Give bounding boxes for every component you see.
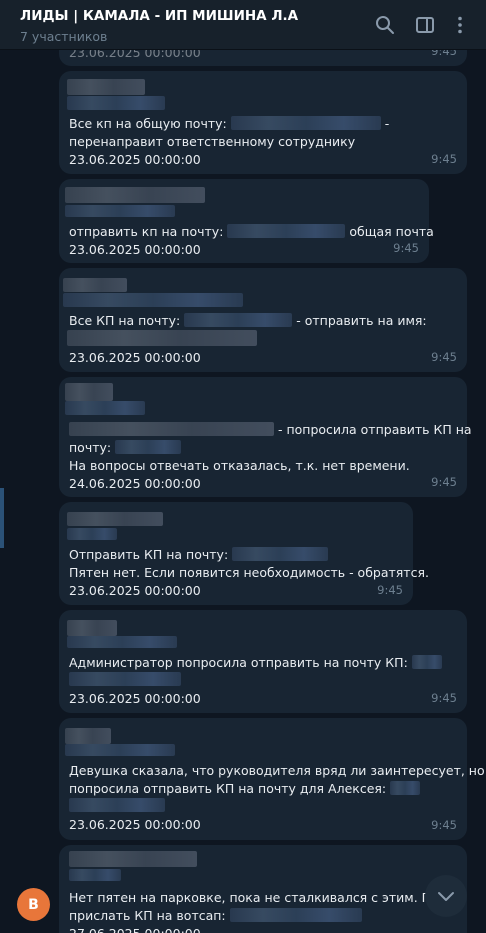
message-text: Администратор попросила отправить на поч… — [69, 655, 408, 670]
message-time: 9:45 — [431, 475, 457, 489]
message-date: 23.06.2025 00:00:00 — [69, 50, 201, 60]
redacted-email — [227, 224, 346, 238]
message-bubble[interactable]: Девушка сказала, что руководителя вряд л… — [59, 718, 485, 840]
message-bubble[interactable]: отправить кп на почту: общая почта 23.06… — [59, 179, 434, 263]
message-text: Пятен нет. Если появится необходимость -… — [69, 565, 429, 580]
message-bubble[interactable]: Администратор попросила отправить на поч… — [59, 610, 467, 713]
redacted-email — [184, 313, 293, 327]
message-text: Девушка сказала, что руководителя вряд л… — [69, 763, 485, 778]
message-bubble[interactable]: Нет пятен на парковке, пока не сталкивал… — [59, 845, 467, 933]
scroll-indicator — [0, 488, 4, 548]
message-text: общая почта — [349, 224, 434, 239]
chat-title: ЛИДЫ | КАМАЛА - ИП МИШИНА Л.А — [20, 8, 299, 24]
message-text: Все КП на почту: — [69, 313, 181, 328]
message-bubble[interactable]: Отправить КП на почту: Пятен нет. Если п… — [59, 502, 429, 605]
message-time: 9:45 — [431, 691, 457, 705]
more-icon[interactable] — [449, 14, 471, 36]
chevron-down-icon — [438, 892, 454, 901]
avatar-letter: B — [28, 896, 39, 913]
message-date: 23.06.2025 00:00:00 — [69, 691, 201, 706]
message-text: На вопросы отвечать отказалась, т.к. нет… — [69, 458, 410, 473]
message-text: почту: — [69, 440, 112, 455]
message-time: 9:45 — [431, 152, 457, 166]
message-text: - попросила отправить КП на — [277, 422, 472, 437]
message-text: отправить кп на почту: — [69, 224, 224, 239]
message-date: 23.06.2025 00:00:00 — [69, 152, 201, 167]
message-time: 9:45 — [393, 241, 419, 255]
message-date: 23.06.2025 00:00:00 — [69, 817, 201, 832]
redacted-email — [232, 547, 329, 561]
search-icon[interactable] — [374, 14, 396, 36]
message-bubble[interactable]: Все КП на почту: - отправить на имя: 23.… — [59, 268, 467, 372]
redacted-email — [390, 781, 421, 795]
message-text: попросила отправить КП на почту для Алек… — [69, 781, 387, 796]
chat-header[interactable]: ЛИДЫ | КАМАЛА - ИП МИШИНА Л.А 7 участник… — [0, 0, 486, 50]
message-date: 24.06.2025 00:00:00 — [69, 476, 201, 491]
redacted-email — [115, 440, 182, 454]
message-bubble[interactable]: - попросила отправить КП на почту: На во… — [59, 377, 472, 497]
message-text: Все кп на общую почту: — [69, 116, 227, 131]
redacted-name — [69, 422, 274, 436]
member-count: 7 участников — [20, 29, 108, 44]
message-time: 9:45 — [431, 818, 457, 832]
redacted-email — [411, 655, 442, 669]
message-time: 9:45 — [431, 50, 457, 58]
redacted-phone — [229, 908, 362, 922]
sidebar-icon[interactable] — [414, 14, 436, 36]
message-text: Нет пятен на парковке, пока не сталкивал… — [69, 890, 455, 905]
scroll-down-button[interactable] — [425, 875, 467, 917]
message-text: - отправить на имя: — [296, 313, 427, 328]
message-time: 9:45 — [431, 350, 457, 364]
message-text: Отправить КП на почту: — [69, 547, 229, 562]
message-bubble[interactable]: Все кп на общую почту: - перенаправит от… — [59, 71, 467, 174]
avatar[interactable]: B — [17, 888, 50, 921]
message-date: 23.06.2025 00:00:00 — [69, 350, 201, 365]
message-text: - — [384, 116, 390, 131]
message-list[interactable]: 23.06.2025 00:00:00 9:45 Все кп на общую… — [0, 50, 486, 933]
message-bubble[interactable]: 23.06.2025 00:00:00 9:45 — [59, 50, 467, 66]
message-date: 23.06.2025 00:00:00 — [69, 583, 201, 598]
redacted-email — [230, 116, 381, 130]
message-text: перенаправит ответственному сотруднику — [69, 134, 356, 149]
message-time: 9:45 — [377, 583, 403, 597]
message-date: 23.06.2025 00:00:00 — [69, 242, 201, 257]
message-date: 27.06.2025 00:00:00 — [69, 925, 201, 933]
message-text: прислать КП на вотсап: — [69, 908, 226, 923]
